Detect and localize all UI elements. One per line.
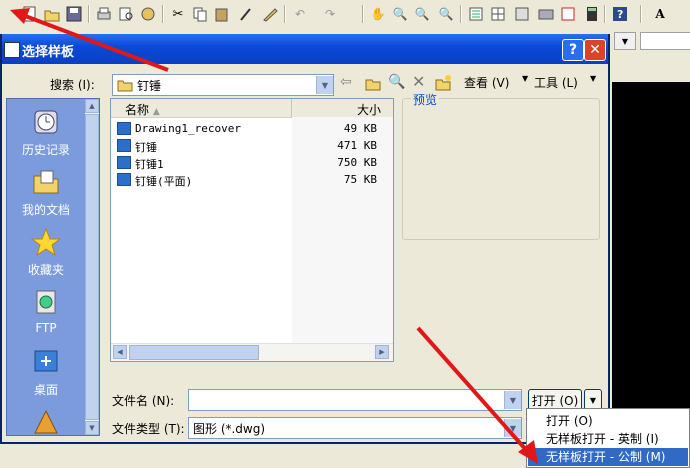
annotation-arrow-top	[10, 8, 169, 72]
annotation-arrow-bottom	[416, 326, 538, 464]
annotation-arrows	[10, 8, 538, 464]
